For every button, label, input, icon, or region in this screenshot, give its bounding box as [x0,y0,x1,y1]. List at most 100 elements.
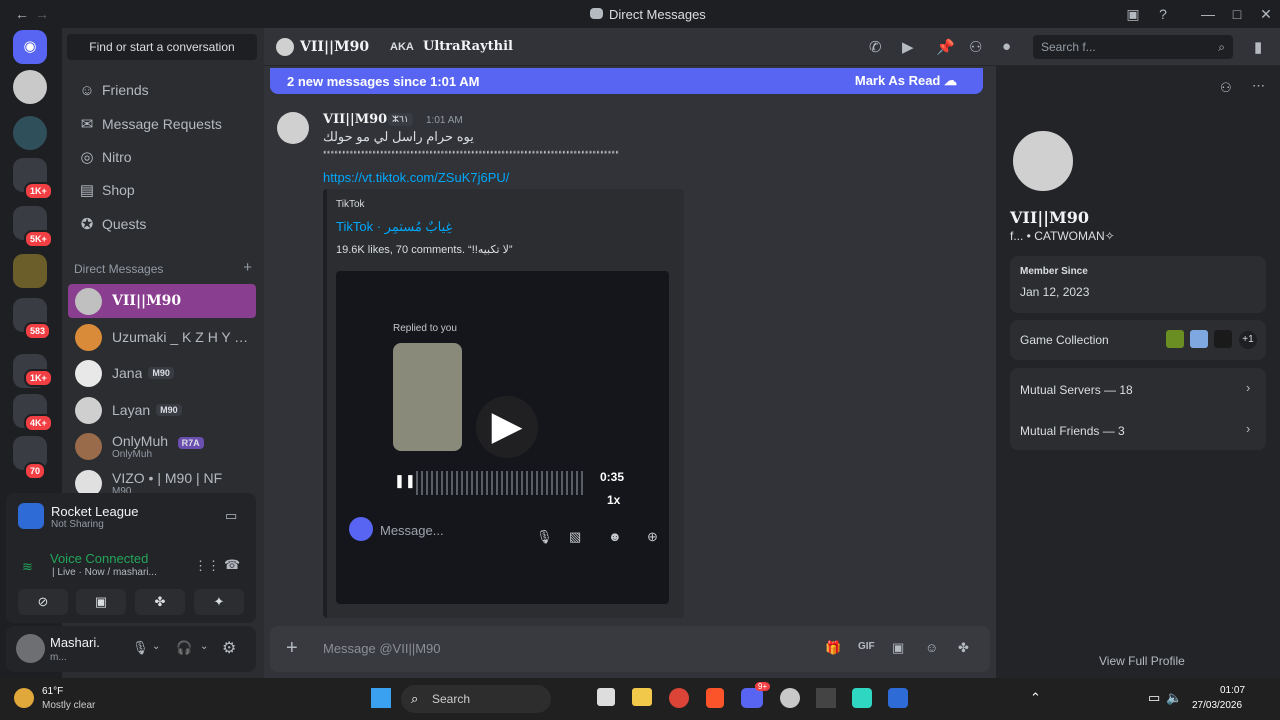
plus-icon[interactable]: + [243,260,252,276]
game-icon [1190,330,1208,348]
forward-icon[interactable]: → [30,6,54,22]
chevron-right-icon: › [1246,421,1251,436]
dm-item[interactable]: Jana M90 [68,356,256,390]
minimize-icon[interactable]: — [1196,6,1220,22]
video-call-icon[interactable]: ▶ [902,38,914,56]
clock-date[interactable]: 27/03/2026 [1192,700,1242,711]
dm-text: OnlyMuh R7A OnlyMuh [112,433,204,460]
message: VII||M90 ⵣ٦١ 1:01 AM يوه حرام راسل لي مو… [270,108,980,188]
nav-label: Shop [102,182,135,198]
search-input[interactable]: Search f... ⌕ [1033,35,1233,59]
dm-header-label: Direct Messages [74,262,164,276]
more-icon[interactable]: ⋯ [1252,78,1265,94]
apps-icon[interactable]: ✤ [958,640,969,656]
brave-icon[interactable] [706,688,724,708]
nav-nitro[interactable]: ◎ Nitro [72,142,256,172]
taskbar-search[interactable]: ⌕ Search [401,685,551,713]
windows-taskbar: 61°F Mostly clear ⌕ Search 9+ ⌃ ▭ 🔈 01:0… [0,678,1280,720]
chrome-icon[interactable] [669,688,689,708]
screen-share-button[interactable]: ▣ [76,589,126,615]
steam-icon[interactable] [780,688,800,708]
activity-panel: Rocket League Not Sharing ▭ ≋ Voice Conn… [6,493,256,623]
profile-avatar[interactable] [1008,126,1078,196]
camera-off-button[interactable]: ⊘ [18,589,68,615]
guild-badge: 5K+ [24,230,53,248]
mutual-servers-row[interactable]: Mutual Servers — 18 › Mutual Friends — 3… [1010,368,1266,450]
avatar[interactable] [277,112,309,144]
gift-icon[interactable]: 🎁 [825,640,841,656]
discord-taskbar-icon[interactable] [741,688,763,708]
chevron-down-icon[interactable]: ⌄ [152,641,160,652]
activities-button[interactable]: ✤ [135,589,185,615]
maximize-icon[interactable]: □ [1225,6,1249,22]
message-composer[interactable]: + Message @VII||M90 🎁 GIF ▣ ☺ ✤ [270,626,990,672]
microphone-icon[interactable]: 🎙 [132,640,149,656]
stream-icon[interactable]: ▭ [225,508,237,524]
message-link[interactable]: https://vt.tiktok.com/ZSuK7j6PU/ [323,170,509,185]
voice-status[interactable]: Voice Connected [50,551,148,566]
find-conversation-button[interactable]: Find or start a conversation [67,34,257,60]
voice-call-icon[interactable]: ✆ [869,38,882,56]
help-icon[interactable]: ? [1151,6,1175,22]
inbox-icon[interactable]: ▣ [1121,6,1145,23]
app-icon[interactable] [852,688,872,708]
add-friend-icon[interactable]: ⚇ [969,38,982,56]
rocket-league-taskbar-icon[interactable] [888,688,908,708]
emoji-icon[interactable]: ☺ [925,640,938,655]
upload-plus-icon[interactable]: + [286,637,298,660]
headphones-icon[interactable]: 🎧 [176,640,192,656]
clock-time[interactable]: 01:07 [1220,685,1245,696]
soundboard-button[interactable]: ✦ [194,589,244,615]
task-view-icon[interactable] [597,688,615,706]
server-folder-icon[interactable] [13,254,47,288]
user-profile-icon[interactable]: ● [1002,38,1011,55]
play-button-icon[interactable]: ▶ [476,396,538,458]
network-icon[interactable]: ▭ [1148,690,1160,706]
settings-gear-icon[interactable]: ⚙ [222,638,236,658]
tray-chevron-icon[interactable]: ⌃ [1030,690,1041,706]
game-guild-icon[interactable] [13,116,47,150]
chevron-down-icon[interactable]: ⌄ [200,641,208,652]
avatar[interactable] [16,634,45,663]
nav-quests[interactable]: ✪ Quests [72,209,256,239]
pin-icon[interactable]: 📌 [936,38,955,56]
sticker-icon[interactable]: ▣ [892,640,904,656]
avatar [75,323,102,351]
discord-home-icon[interactable]: ◉ [13,30,47,64]
voice-channel[interactable]: | Live · Now / mashari... [52,567,157,578]
nav-friends[interactable]: ☺ Friends [72,75,256,105]
gif-icon[interactable]: GIF [858,641,875,652]
message-author[interactable]: VII||M90 [323,112,387,127]
aka-label: AKA [390,41,414,53]
taskbar-search-label: Search [432,692,471,706]
noise-suppression-icon[interactable]: ⋮⋮ [194,558,220,574]
app-icon[interactable] [816,688,836,708]
volume-icon[interactable]: 🔈 [1166,690,1182,706]
user-avatar-guild[interactable] [13,70,47,104]
dm-item[interactable]: VII||M90 [68,284,256,318]
audio-speed: 1x [607,493,621,507]
file-explorer-icon[interactable] [632,688,652,706]
weather-desc: Mostly clear [42,700,96,711]
nav-shop[interactable]: ▤ Shop [72,175,256,205]
nav-message-requests[interactable]: ✉ Message Requests [72,109,256,139]
author-tag: ⵣ٦١ [388,113,413,126]
dm-item[interactable]: Layan M90 [68,393,256,427]
view-full-profile-button[interactable]: View Full Profile [1099,654,1185,668]
username[interactable]: Mashari. [50,635,100,650]
add-friend-icon[interactable]: ⚇ [1220,80,1232,96]
dm-item[interactable]: Uzumaki _ K Z H Y T ... [68,320,256,354]
mark-as-read-button[interactable]: Mark As Read ☁ [855,73,957,89]
video-thumbnail[interactable]: Replied to you ▶ ❚❚ 0:35 1x Message... 🎙… [336,271,669,604]
mutual-friends-label[interactable]: Mutual Friends — 3 [1020,424,1125,438]
dm-item[interactable]: OnlyMuh R7A OnlyMuh [68,429,256,463]
message-input[interactable]: Message @VII||M90 [323,641,441,656]
bookmark-icon[interactable]: ▮ [1254,38,1262,56]
close-icon[interactable]: ✕ [1254,6,1278,23]
game-collection-card[interactable]: Game Collection +1 [1010,320,1266,360]
weather-temp[interactable]: 61°F [42,686,63,697]
embed-title[interactable]: TikTok · غِيابٌ مُستمِر [336,219,452,235]
new-messages-banner[interactable]: 2 new messages since 1:01 AM Mark As Rea… [270,68,983,94]
windows-start-icon[interactable] [371,688,391,708]
disconnect-icon[interactable]: ☎ [224,557,240,573]
